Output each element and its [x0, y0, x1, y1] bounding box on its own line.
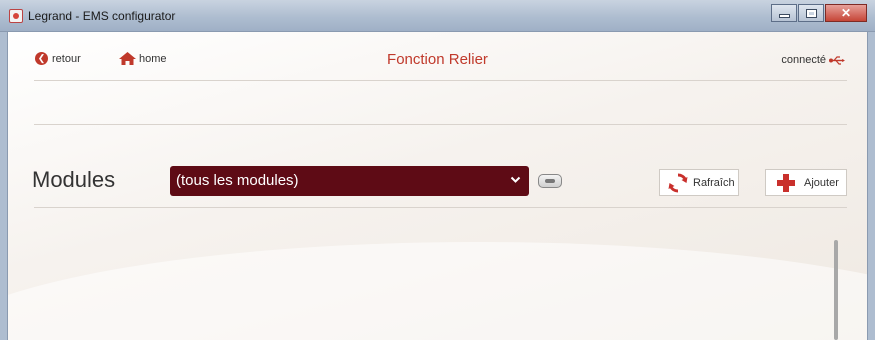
usb-icon	[829, 55, 845, 65]
add-label: Ajouter	[804, 176, 839, 189]
refresh-icon	[668, 172, 688, 193]
minimize-icon	[779, 15, 789, 17]
refresh-button[interactable]: Rafraîch	[659, 169, 739, 196]
window-titlebar: Legrand - EMS configurator ✕	[0, 0, 875, 32]
window-controls: ✕	[770, 4, 867, 26]
maximize-icon	[806, 9, 816, 17]
minimize-button[interactable]	[771, 4, 797, 22]
module-filter-select[interactable]: (tous les modules)	[170, 166, 529, 196]
app-content: ❮ retour home Fonction Relier connecté M…	[8, 32, 867, 340]
window-title: Legrand - EMS configurator	[28, 9, 176, 23]
app-icon	[9, 9, 23, 23]
connection-status: connecté	[781, 54, 845, 66]
scrollbar[interactable]	[834, 240, 838, 340]
page-title: Fonction Relier	[387, 51, 488, 68]
chevron-down-icon	[510, 176, 521, 183]
divider	[34, 207, 847, 208]
add-button[interactable]: Ajouter	[765, 169, 847, 196]
plus-icon	[777, 173, 795, 192]
module-filter-value: (tous les modules)	[176, 172, 299, 189]
toggle-icon	[545, 179, 555, 183]
close-icon: ✕	[840, 6, 852, 20]
refresh-label: Rafraîch	[693, 176, 735, 189]
divider	[34, 80, 847, 81]
section-title: Modules	[32, 167, 116, 192]
close-button[interactable]: ✕	[825, 4, 867, 22]
window-frame-right	[867, 32, 875, 340]
connection-label: connecté	[781, 54, 826, 66]
toggle-button[interactable]	[538, 174, 562, 188]
divider	[34, 124, 847, 125]
window-frame-left	[0, 32, 8, 340]
maximize-button[interactable]	[798, 4, 824, 22]
